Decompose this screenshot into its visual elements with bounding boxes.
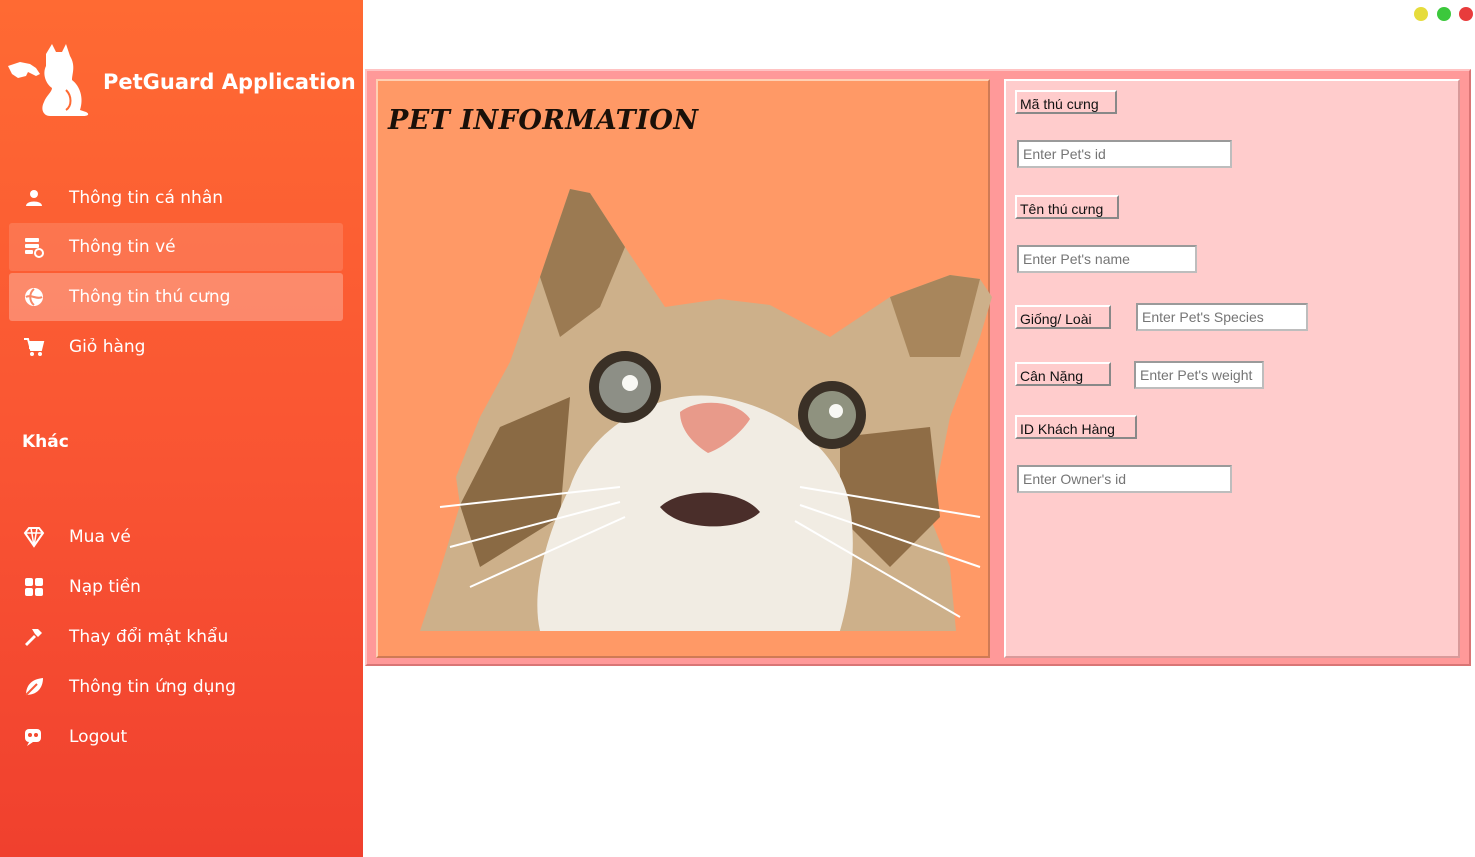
pet-image-panel: PET INFORMATION bbox=[376, 79, 992, 658]
close-button[interactable] bbox=[1459, 7, 1473, 21]
sidebar-item-ticket-info[interactable]: Thông tin vé bbox=[9, 223, 343, 271]
sidebar-item-label: Thông tin cá nhân bbox=[69, 188, 224, 208]
cat-logo-icon bbox=[8, 44, 89, 116]
ticket-icon bbox=[23, 236, 45, 258]
minimize-button[interactable] bbox=[1414, 7, 1428, 21]
hammer-icon bbox=[23, 626, 45, 648]
pet-id-input[interactable] bbox=[1017, 140, 1232, 168]
sidebar-item-personal-info[interactable]: Thông tin cá nhân bbox=[9, 174, 343, 222]
user-icon bbox=[23, 187, 45, 209]
weight-label: Cân Nặng bbox=[1015, 362, 1111, 386]
sidebar-item-logout[interactable]: Logout bbox=[9, 713, 343, 761]
species-label: Giống/ Loài bbox=[1015, 305, 1111, 329]
sidebar-item-buy-ticket[interactable]: Mua vé bbox=[9, 513, 343, 561]
app-window: PetGuard Application Thông tin cá nhân T… bbox=[0, 0, 1475, 857]
logout-icon bbox=[23, 726, 45, 748]
pet-icon bbox=[23, 286, 45, 308]
app-title: PetGuard Application bbox=[103, 70, 356, 94]
pet-info-panel: PET INFORMATION Mã thú cưng Enter Pet's … bbox=[365, 69, 1471, 666]
pet-name-label: Tên thú cưng bbox=[1015, 195, 1119, 219]
sidebar: PetGuard Application Thông tin cá nhân T… bbox=[0, 0, 363, 857]
sidebar-item-app-info[interactable]: Thông tin ứng dụng bbox=[9, 663, 343, 711]
sidebar-item-label: Mua vé bbox=[69, 527, 131, 547]
sidebar-item-top-up[interactable]: Nạp tiền bbox=[9, 563, 343, 611]
maximize-button[interactable] bbox=[1437, 7, 1451, 21]
species-input[interactable] bbox=[1136, 303, 1308, 331]
leaf-icon bbox=[23, 676, 45, 698]
sidebar-item-label: Thông tin thú cưng bbox=[69, 287, 231, 307]
sidebar-item-pet-info[interactable]: Thông tin thú cưng bbox=[9, 273, 343, 321]
diamond-icon bbox=[23, 526, 45, 548]
sidebar-item-label: Giỏ hàng bbox=[69, 337, 146, 357]
pet-form-panel: Mã thú cưng Tên thú cưng Giống/ Loài Cân… bbox=[1004, 79, 1460, 658]
cat-photo bbox=[420, 189, 992, 631]
sidebar-item-cart[interactable]: Giỏ hàng bbox=[9, 323, 343, 371]
weight-input[interactable] bbox=[1134, 361, 1264, 389]
sidebar-item-change-password[interactable]: Thay đổi mật khẩu bbox=[9, 613, 343, 661]
sidebar-item-label: Nạp tiền bbox=[69, 577, 141, 597]
cart-icon bbox=[23, 336, 45, 358]
sidebar-item-label: Thay đổi mật khẩu bbox=[69, 627, 229, 647]
owner-id-input[interactable] bbox=[1017, 465, 1232, 493]
pet-name-input[interactable] bbox=[1017, 245, 1197, 273]
grid-icon bbox=[23, 576, 45, 598]
sidebar-item-label: Logout bbox=[69, 727, 128, 747]
sidebar-item-label: Thông tin ứng dụng bbox=[69, 677, 236, 697]
page-title: PET INFORMATION bbox=[388, 105, 699, 136]
section-title-other: Khác bbox=[22, 432, 69, 452]
owner-id-label: ID Khách Hàng bbox=[1015, 415, 1137, 439]
sidebar-item-label: Thông tin vé bbox=[69, 237, 176, 257]
pet-id-label: Mã thú cưng bbox=[1015, 90, 1117, 114]
brand: PetGuard Application bbox=[6, 44, 356, 116]
